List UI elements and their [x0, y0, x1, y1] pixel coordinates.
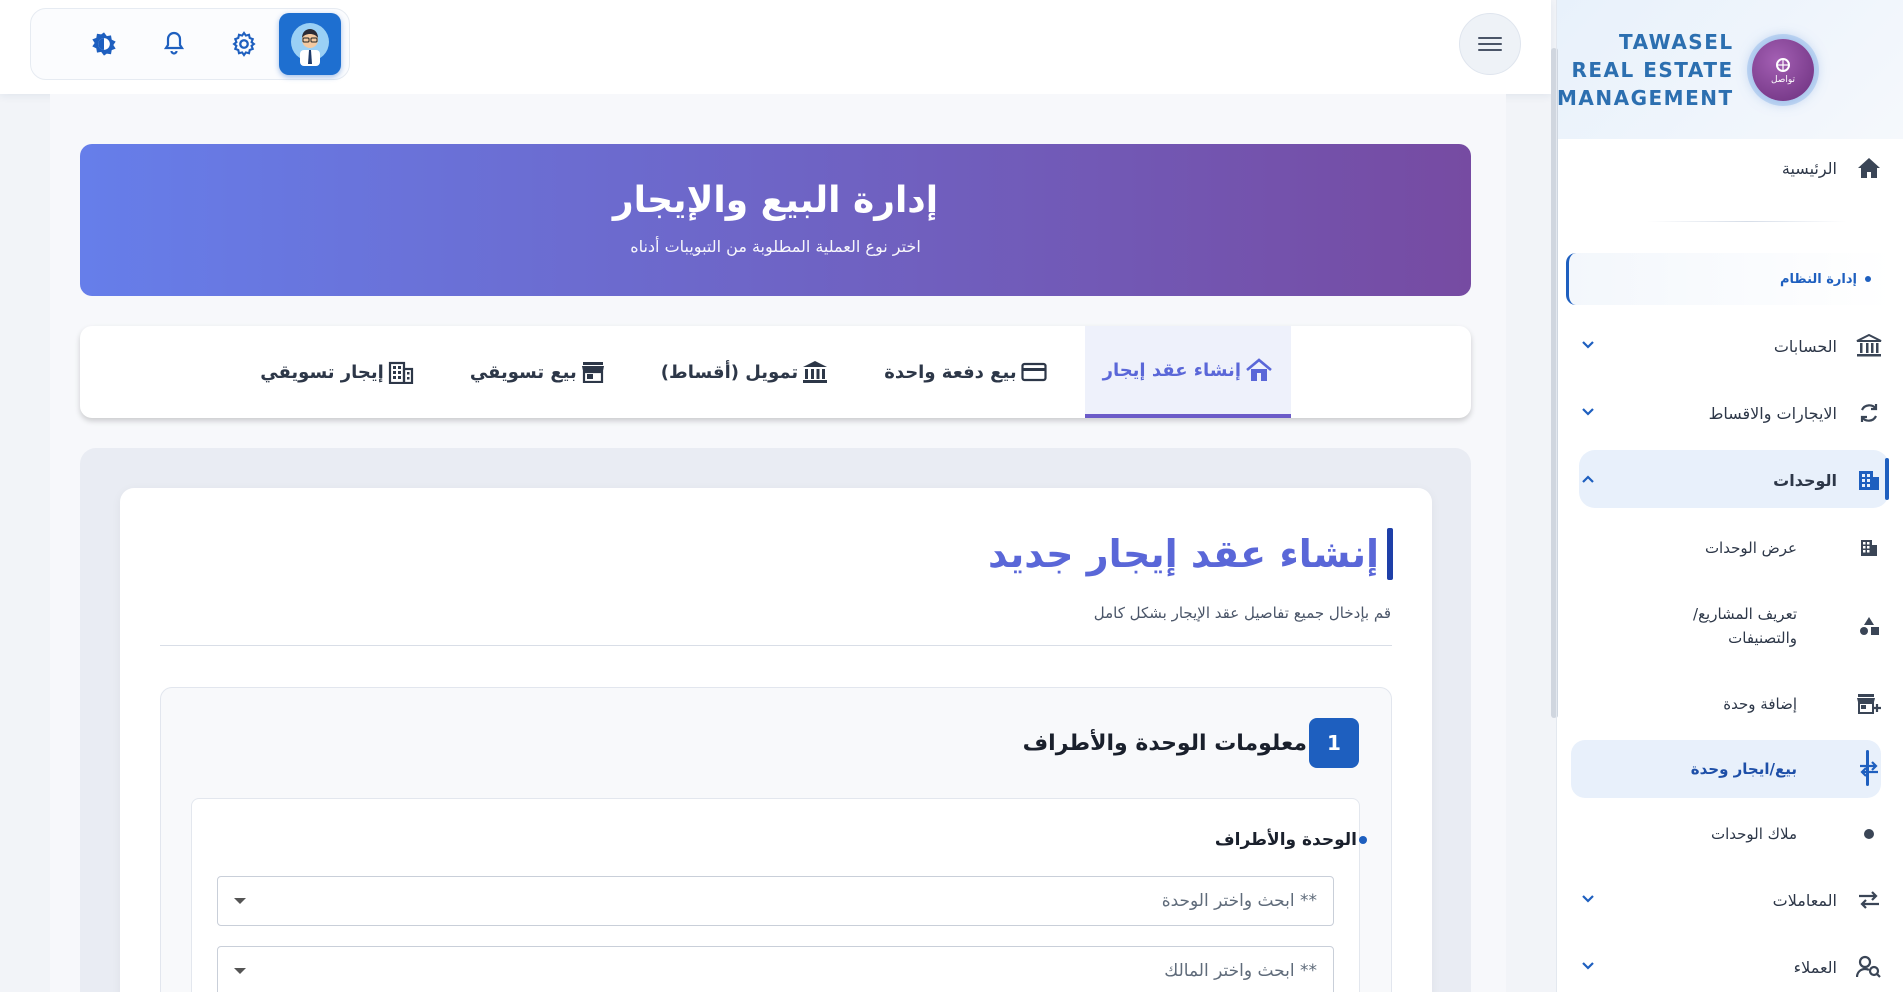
sidebar: تواصل TAWASEL REAL ESTATE MANAGEMENT الر… — [1556, 0, 1903, 992]
sidebar-subitem-view-units[interactable]: عرض الوحدات — [1575, 530, 1885, 566]
tab-marketing-lease[interactable]: إيجار تسويقي — [242, 326, 432, 418]
chevron-down-icon — [1581, 405, 1601, 421]
sidebar-item-transactions[interactable]: المعاملات — [1575, 882, 1885, 918]
divider — [160, 645, 1392, 646]
menu-toggle-button[interactable] — [1459, 13, 1521, 75]
bullet-dot-icon — [1865, 276, 1871, 282]
bank-icon — [1853, 330, 1885, 362]
sidebar-section-system-admin: إدارة النظام — [1566, 253, 1893, 305]
group-label-text: الوحدة والأطراف — [1214, 830, 1357, 850]
chevron-down-icon — [234, 898, 246, 904]
house-icon — [1245, 358, 1273, 382]
swap-icon — [1853, 884, 1885, 916]
building-icon — [1853, 532, 1885, 564]
top-actions — [30, 8, 350, 80]
bank-icon — [802, 360, 828, 384]
bell-icon[interactable] — [139, 13, 209, 75]
divider — [1647, 221, 1847, 222]
sidebar-item-home[interactable]: الرئيسية — [1575, 150, 1885, 186]
parties-group-label: الوحدة والأطراف — [1215, 830, 1367, 850]
tab-label: بيع دفعة واحدة — [884, 361, 1017, 383]
step-number-badge: 1 — [1309, 718, 1359, 768]
tab-label: إيجار تسويقي — [260, 361, 384, 383]
refresh-icon — [1853, 397, 1885, 429]
hamburger-icon — [1478, 37, 1502, 51]
chevron-down-icon — [1581, 959, 1601, 975]
svg-text:تواصل: تواصل — [1771, 75, 1796, 85]
form-subtitle: قم بإدخال جميع تفاصيل عقد الإيجار بشكل ك… — [1093, 604, 1391, 622]
store-add-icon — [1853, 688, 1885, 720]
swap-icon — [1853, 753, 1885, 785]
sidebar-item-units[interactable]: الوحدات — [1575, 462, 1885, 498]
theme-toggle-icon[interactable] — [69, 13, 139, 75]
chevron-down-icon — [1581, 892, 1601, 908]
home-icon — [1853, 152, 1885, 184]
sidebar-item-accounts[interactable]: الحسابات — [1575, 328, 1885, 364]
unit-select-placeholder: ابحث واختر الوحدة ** — [1161, 891, 1317, 911]
owner-select[interactable]: ابحث واختر المالك ** — [217, 946, 1334, 992]
chevron-up-icon — [1581, 472, 1601, 488]
user-search-icon — [1853, 951, 1885, 983]
sidebar-subitem-unit-owners[interactable]: ملاك الوحدات — [1575, 816, 1885, 852]
operation-tabs: إنشاء عقد إيجار بيع دفعة واحدة تمويل (أق… — [80, 326, 1471, 418]
unit-select[interactable]: ابحث واختر الوحدة ** — [217, 876, 1334, 926]
chevron-down-icon — [234, 968, 246, 974]
tab-create-lease[interactable]: إنشاء عقد إيجار — [1084, 326, 1291, 418]
owner-select-placeholder: ابحث واختر المالك ** — [1164, 961, 1317, 981]
tab-label: تمويل (أقساط) — [660, 361, 799, 383]
sidebar-item-clients[interactable]: العملاء — [1575, 949, 1885, 985]
page-title: إدارة البيع والإيجار — [612, 180, 939, 221]
title-accent-bar — [1387, 528, 1393, 580]
store-icon — [581, 361, 605, 383]
card-icon — [1020, 362, 1047, 382]
sidebar-subitem-add-unit[interactable]: إضافة وحدة — [1575, 686, 1885, 722]
tab-label: إنشاء عقد إيجار — [1102, 359, 1241, 381]
sidebar-scrollbar[interactable] — [1557, 48, 1558, 718]
section-title: معلومات الوحدة والأطراف — [1022, 730, 1307, 756]
chevron-down-icon — [1581, 338, 1601, 354]
dot-icon — [1853, 818, 1885, 850]
brand-logo: تواصل — [1751, 38, 1814, 101]
sidebar-item-rentals-installments[interactable]: الايجارات والاقساط — [1575, 395, 1885, 431]
sidebar-subitem-sell-lease-unit[interactable]: بيع/ايجار وحدة — [1575, 751, 1885, 787]
bullet-dot-icon — [1359, 836, 1367, 844]
section-header: 1 معلومات الوحدة والأطراف — [1023, 718, 1359, 768]
form-title: إنشاء عقد إيجار جديد — [988, 532, 1379, 576]
form-header: إنشاء عقد إيجار جديد — [988, 528, 1393, 580]
tab-one-payment-sale[interactable]: بيع دفعة واحدة — [866, 326, 1064, 418]
sidebar-subitem-projects[interactable]: تعريف المشاريع/ والتصنيفات — [1575, 600, 1885, 652]
brand-name: TAWASEL REAL ESTATE MANAGEMENT — [1557, 29, 1734, 110]
user-avatar[interactable] — [279, 13, 341, 75]
active-indicator — [1885, 458, 1889, 500]
tab-marketing-sale[interactable]: بيع تسويقي — [452, 326, 623, 418]
top-bar — [0, 0, 1551, 94]
page-subtitle: اختر نوع العملية المطلوبة من التبويبات أ… — [630, 237, 921, 256]
tab-installments[interactable]: تمويل (أقساط) — [643, 326, 846, 418]
hero-banner: إدارة البيع والإيجار اختر نوع العملية ال… — [80, 144, 1471, 296]
building-icon — [388, 360, 414, 384]
building-icon — [1853, 464, 1885, 496]
shapes-icon — [1853, 610, 1885, 642]
tab-label: بيع تسويقي — [469, 361, 577, 383]
gear-icon[interactable] — [209, 13, 279, 75]
brand-header: تواصل TAWASEL REAL ESTATE MANAGEMENT — [1557, 0, 1903, 139]
